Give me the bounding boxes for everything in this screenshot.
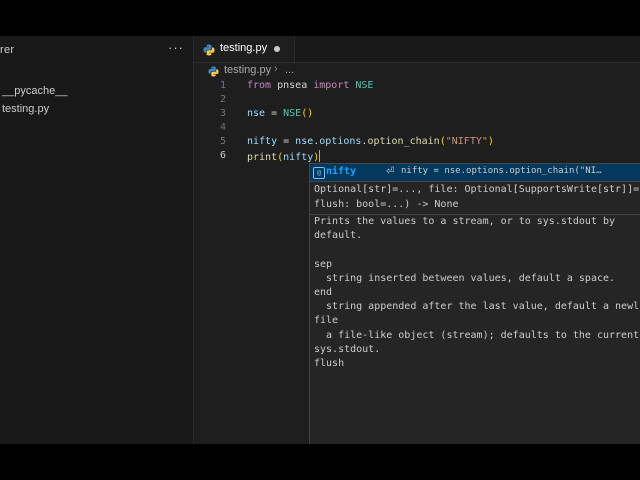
line-number: 4: [219, 122, 226, 133]
doc-line: sys.stdout.: [314, 343, 381, 355]
line-number: 5: [219, 136, 226, 147]
tab-testing-py[interactable]: testing.py: [194, 36, 295, 62]
vscode-window: rer ··· __pycache__ testing.py testing.p…: [0, 36, 640, 444]
suggestion-label: nifty: [326, 166, 357, 177]
code-line-5[interactable]: nifty = nse.options.option_chain("NIFTY"…: [247, 136, 494, 147]
class-name: NSE: [283, 108, 302, 119]
doc-line: default.: [314, 230, 363, 242]
tab-bar: testing.py: [194, 36, 640, 63]
line-number: 2: [219, 94, 226, 105]
tab-label: testing.py: [220, 42, 268, 54]
signature: Optional[str]=..., file: Optional[Suppor…: [314, 182, 640, 212]
function-name: print: [247, 152, 278, 163]
class-name: NSE: [349, 80, 374, 91]
explorer-item-pycache[interactable]: __pycache__: [2, 85, 67, 97]
bracket: ): [307, 108, 314, 119]
doc-line: Prints the values to a stream, or to sys…: [314, 216, 616, 227]
variable: nse: [295, 136, 314, 147]
keyword-from: from: [247, 80, 272, 91]
suggest-widget: @ nifty ⏎ nifty = nse.options.option_cha…: [309, 163, 640, 182]
suggestion-item[interactable]: @ nifty ⏎ nifty = nse.options.option_cha…: [310, 164, 640, 181]
chevron-right-icon: ›: [274, 63, 278, 75]
breadcrumb-file[interactable]: testing.py: [224, 64, 271, 76]
enter-icon: ⏎: [386, 166, 395, 177]
doc-line: a file-like object (stream); defaults to…: [314, 329, 640, 341]
operator: =: [265, 108, 284, 119]
line-number: 3: [219, 108, 226, 119]
string-literal: "NIFTY": [445, 136, 488, 147]
doc-line: string appended after the last value, de…: [314, 301, 640, 313]
explorer-item-testing-py[interactable]: testing.py: [2, 103, 49, 115]
doc-line: [314, 243, 640, 257]
docstring: Prints the values to a stream, or to sys…: [314, 215, 640, 371]
signature-line: Optional[str]=..., file: Optional[Suppor…: [314, 184, 640, 195]
module-name: pnsea: [271, 80, 314, 91]
suggestion-detail: nifty = nse.options.option_chain("NI…: [401, 166, 602, 176]
python-file-icon: [208, 66, 219, 80]
signature-help-panel[interactable]: Optional[str]=..., file: Optional[Suppor…: [309, 181, 640, 444]
line-number-active: 6: [219, 150, 226, 161]
line-number: 1: [219, 80, 226, 91]
variable: nse: [247, 108, 266, 119]
variable: nifty: [247, 136, 278, 147]
explorer-title: rer: [0, 44, 15, 56]
doc-line: sep: [314, 258, 333, 270]
code-line-1[interactable]: from pnsea import NSE: [247, 80, 373, 91]
doc-line: string inserted between values, default …: [314, 272, 616, 284]
signature-line: flush: bool=...) -> None: [314, 199, 459, 210]
operator: =: [277, 136, 296, 147]
code-line-6[interactable]: print(nifty): [247, 150, 321, 163]
variable: nifty: [283, 152, 314, 163]
symbol-variable-icon: @: [313, 167, 325, 179]
python-file-icon: [203, 43, 215, 61]
keyword-import: import: [313, 80, 350, 91]
function-name: option_chain: [367, 136, 440, 147]
doc-line: flush: [314, 358, 345, 370]
code-line-3[interactable]: nse = NSE(): [247, 108, 313, 119]
doc-line: end: [314, 287, 333, 299]
attribute: options: [319, 136, 362, 147]
breadcrumb-symbols[interactable]: ...: [285, 64, 294, 76]
explorer-sidebar: rer ··· __pycache__ testing.py: [0, 36, 194, 444]
more-actions-icon[interactable]: ···: [168, 40, 184, 55]
doc-line: file: [314, 315, 339, 327]
text-cursor: [319, 150, 321, 162]
unsaved-dot-icon[interactable]: [274, 46, 280, 52]
bracket: ): [487, 136, 494, 147]
